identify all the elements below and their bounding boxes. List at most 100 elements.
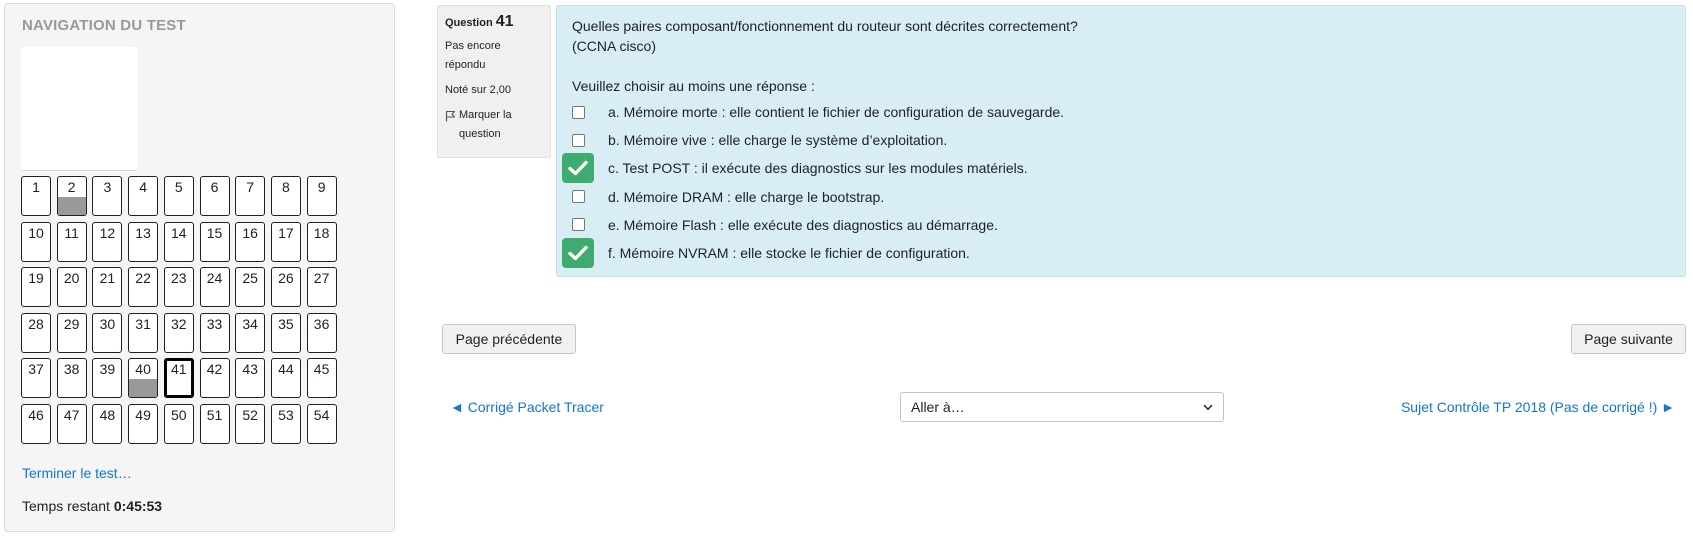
previous-page-button[interactable]: Page précédente [442,324,576,354]
question-nav-button-33[interactable]: 33 [199,312,230,353]
question-nav-button-21[interactable]: 21 [92,267,123,307]
next-page-button[interactable]: Page suivante [1571,324,1686,354]
question-nav-button-30[interactable]: 30 [92,312,123,353]
answer-checkbox[interactable] [571,105,585,119]
flag-outline-icon [445,110,456,122]
question-nav-number: 47 [63,406,80,423]
answer-label[interactable]: a. Mémoire morte : elle contient le fich… [608,104,1064,120]
question-nav-button-53[interactable]: 53 [270,403,301,444]
question-nav-number: 45 [313,361,330,377]
question-nav-button-16[interactable]: 16 [235,221,266,262]
answer-checkbox-wrap [560,98,596,126]
question-nav-button-17[interactable]: 17 [270,221,301,262]
question-nav-button-3[interactable]: 3 [92,176,123,216]
answer-label[interactable]: f. Mémoire NVRAM : elle stocke le fichie… [608,245,970,261]
flag-question-button[interactable]: Marquer la question [445,106,543,144]
question-nav-button-54[interactable]: 54 [306,403,337,444]
question-nav-button-13[interactable]: 13 [128,221,159,262]
question-nav-button-7[interactable]: 7 [235,176,266,216]
question-nav-number: 9 [317,179,326,195]
question-nav-button-19[interactable]: 19 [21,267,51,307]
question-nav-button-34[interactable]: 34 [235,312,266,353]
question-nav-button-11[interactable]: 11 [56,221,87,262]
time-remaining: Temps restant 0:45:53 [22,498,162,514]
question-nav-number: 10 [28,224,44,241]
question-nav-button-18[interactable]: 18 [306,221,337,262]
question-nav-button-42[interactable]: 42 [199,358,230,398]
question-nav-number: 6 [210,179,219,195]
answer-label[interactable]: c. Test POST : il exécute des diagnostic… [608,160,1028,176]
question-nav-button-36[interactable]: 36 [306,312,337,353]
question-info-box: Question 41 Pas encore répondu Noté sur … [437,5,551,158]
question-nav-button-38[interactable]: 38 [56,358,87,398]
question-nav-number: 54 [313,406,330,423]
question-nav-button-47[interactable]: 47 [56,403,87,444]
question-nav-number: 17 [278,224,294,241]
finish-attempt-link[interactable]: Terminer le test… [22,465,132,481]
question-nav-button-10[interactable]: 10 [21,221,51,262]
answer-checkbox[interactable] [571,133,585,147]
question-nav-button-6[interactable]: 6 [199,176,230,216]
question-nav-button-15[interactable]: 15 [199,221,230,262]
question-nav-button-12[interactable]: 12 [92,221,123,262]
question-nav-number: 37 [28,361,44,377]
question-nav-button-26[interactable]: 26 [270,267,301,307]
question-nav-button-51[interactable]: 51 [199,403,230,444]
question-nav-number: 39 [99,361,116,377]
answer-checkbox[interactable] [571,190,585,204]
question-nav-button-41[interactable]: 41 [163,358,194,398]
jump-to-select[interactable]: Aller à… [900,392,1224,422]
question-nav-button-31[interactable]: 31 [128,312,159,353]
question-nav-button-40[interactable]: 40 [128,358,159,398]
question-nav-button-50[interactable]: 50 [163,403,194,444]
question-nav-button-5[interactable]: 5 [163,176,194,216]
question-nav-button-46[interactable]: 46 [21,403,51,444]
answer-checkbox[interactable] [571,218,585,232]
answered-indicator [129,379,158,397]
question-nav-number: 53 [278,406,294,423]
question-nav-number: 20 [63,270,80,286]
question-nav-button-9[interactable]: 9 [306,176,337,216]
time-remaining-label: Temps restant [22,498,110,514]
question-nav-button-39[interactable]: 39 [92,358,123,398]
question-nav-number: 50 [171,406,187,423]
question-nav-number: 15 [206,224,223,241]
question-nav-button-49[interactable]: 49 [128,403,159,444]
question-nav-number: 16 [242,224,258,241]
question-nav-button-45[interactable]: 45 [306,358,337,398]
question-nav-button-29[interactable]: 29 [56,312,87,353]
answer-label[interactable]: e. Mémoire Flash : elle exécute des diag… [608,217,998,233]
question-nav-button-43[interactable]: 43 [235,358,266,398]
question-nav-button-4[interactable]: 4 [128,176,159,216]
answer-label[interactable]: d. Mémoire DRAM : elle charge le bootstr… [608,189,884,205]
question-nav-button-2[interactable]: 2 [56,176,87,216]
answer-checkbox-checked[interactable] [562,238,594,268]
question-nav-button-28[interactable]: 28 [21,312,51,353]
next-activity-link[interactable]: Sujet Contrôle TP 2018 (Pas de corrigé !… [1401,399,1675,415]
question-nav-button-14[interactable]: 14 [163,221,194,262]
question-nav-number: 19 [28,270,44,286]
question-nav-number: 33 [206,315,223,332]
question-nav-number: 51 [206,406,223,423]
question-nav-button-37[interactable]: 37 [21,358,51,398]
question-nav-button-44[interactable]: 44 [270,358,301,398]
question-nav-number: 52 [242,406,258,423]
question-nav-button-22[interactable]: 22 [128,267,159,307]
question-number-value: 41 [495,13,514,30]
question-nav-button-25[interactable]: 25 [235,267,266,307]
question-nav-number: 38 [63,361,80,377]
previous-activity-link[interactable]: ◄ Corrigé Packet Tracer [450,399,604,415]
question-nav-button-32[interactable]: 32 [163,312,194,353]
question-nav-button-20[interactable]: 20 [56,267,87,307]
question-nav-button-27[interactable]: 27 [306,267,337,307]
answer-option: c. Test POST : il exécute des diagnostic… [562,153,1028,184]
question-nav-button-8[interactable]: 8 [270,176,301,216]
question-nav-button-52[interactable]: 52 [235,403,266,444]
answer-checkbox-checked[interactable] [562,153,594,184]
question-nav-button-35[interactable]: 35 [270,312,301,353]
question-nav-button-23[interactable]: 23 [163,267,194,307]
question-nav-button-48[interactable]: 48 [92,403,123,444]
question-nav-button-1[interactable]: 1 [21,176,51,216]
question-nav-button-24[interactable]: 24 [199,267,230,307]
answer-label[interactable]: b. Mémoire vive : elle charge le système… [608,132,947,148]
